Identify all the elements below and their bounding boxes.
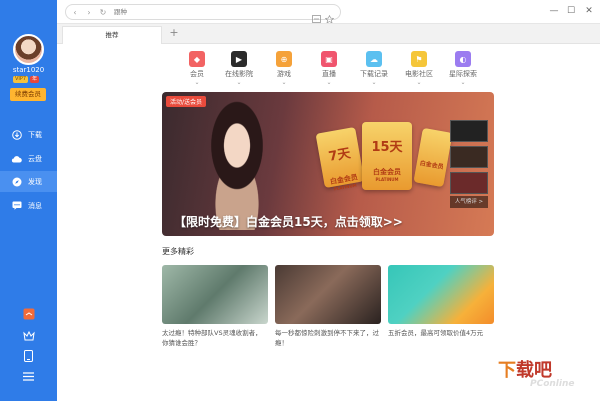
download-icon: [11, 129, 22, 140]
category-label: 下载记录: [360, 70, 388, 78]
forward-icon[interactable]: ›: [84, 7, 94, 17]
category-star-explore[interactable]: ◐ 星际探索 ⌄: [441, 51, 485, 87]
category-movie-community[interactable]: ⚑ 电影社区 ⌄: [397, 51, 441, 87]
crown-icon[interactable]: [22, 329, 35, 342]
category-games[interactable]: ⊕ 游戏 ⌄: [262, 51, 306, 87]
watermark-char: 载: [516, 360, 534, 381]
username[interactable]: star1020: [0, 66, 57, 74]
coupon-label: 白金会员: [419, 159, 445, 171]
watermark-char: 下: [498, 360, 516, 381]
coupon-card-15days: 15天 白金会员 PLATINUM: [362, 122, 412, 190]
category-bar: ◆ 会员 ⌄ ▶ 在线影院 ⌄ ⊕ 游戏 ⌄ ▣ 直播 ⌄ ☁ 下载记录 ⌄ ⚑…: [175, 51, 495, 91]
promo-banner[interactable]: 活动/送会员 7天 白金会员 PLATINUM 15天 白金会员 PLATINU…: [162, 92, 494, 236]
sidebar-item-label: 发现: [28, 177, 42, 186]
renew-button[interactable]: 续费会员: [10, 88, 46, 101]
address-bar-area: ‹ › ↻ — ☐ ✕: [57, 0, 600, 24]
tab-bar: 推荐 +: [57, 24, 600, 44]
video-thumbnail[interactable]: [388, 265, 494, 324]
watermark-subtitle: PConline: [530, 379, 575, 389]
banner-thumbnail[interactable]: [450, 146, 488, 168]
user-badges: VIP7 年: [13, 76, 40, 83]
banner-thumbnail[interactable]: [450, 172, 488, 194]
sidebar-item-label: 云盘: [28, 154, 42, 163]
video-title[interactable]: 太过瘾！特种部队VS灵魂收割者，你猜谁会胜？: [162, 328, 268, 348]
cloud-icon: [11, 153, 22, 164]
video-card[interactable]: 太过瘾！特种部队VS灵魂收割者，你猜谁会胜？: [162, 265, 268, 348]
chevron-down-icon: ⌄: [281, 79, 287, 86]
coupon-card-3: 白金会员: [413, 127, 453, 188]
category-label: 在线影院: [225, 70, 253, 78]
new-tab-button[interactable]: +: [167, 26, 181, 40]
back-icon[interactable]: ‹: [70, 7, 80, 17]
coupon-label: 白金会员: [373, 168, 401, 176]
tab-recommend[interactable]: 推荐: [62, 26, 162, 44]
video-card[interactable]: 五折会员，最高可领取价值4万元: [388, 265, 494, 338]
watermark-char: 吧: [534, 360, 552, 381]
coupon-value: 15天: [371, 140, 403, 155]
coupon-value: 7天: [327, 146, 352, 165]
sidebar-item-label: 下载: [28, 130, 42, 139]
sidebar-item-cloud[interactable]: 云盘: [0, 148, 57, 169]
film-icon: ▶: [231, 51, 247, 67]
refresh-icon[interactable]: ↻: [98, 7, 108, 17]
category-label: 直播: [322, 70, 336, 78]
sidebar-item-download[interactable]: 下载: [0, 124, 57, 145]
video-card[interactable]: 每一秒都惊险刺激到停不下来了，过瘾！: [275, 265, 381, 348]
vip-badge[interactable]: VIP7: [13, 76, 29, 83]
sidebar: star1020 VIP7 年 续费会员 下载 云盘 发现 消息: [0, 0, 57, 401]
url-input[interactable]: [114, 8, 274, 16]
category-download-history[interactable]: ☁ 下载记录 ⌄: [352, 51, 396, 87]
video-title[interactable]: 每一秒都惊险刺激到停不下来了，过瘾！: [275, 328, 381, 348]
sidebar-item-discover[interactable]: 发现: [0, 171, 57, 192]
video-thumbnail[interactable]: [275, 265, 381, 324]
section-title: 更多精彩: [162, 247, 194, 256]
coupon-sublabel: PLATINUM: [375, 177, 399, 182]
category-label: 星际探索: [449, 70, 477, 78]
minimize-icon[interactable]: —: [548, 5, 560, 17]
tv-icon: ▣: [321, 51, 337, 67]
planet-icon: ◐: [455, 51, 471, 67]
compass-icon: [11, 176, 22, 187]
chevron-down-icon: ⌄: [194, 79, 200, 86]
coupon-card-7days: 7天 白金会员 PLATINUM: [315, 126, 365, 192]
annual-badge: 年: [30, 76, 40, 83]
maximize-icon[interactable]: ☐: [565, 5, 577, 17]
cloud-download-icon: ☁: [366, 51, 382, 67]
phone-icon[interactable]: [22, 349, 35, 362]
chevron-down-icon: ⌄: [236, 79, 242, 86]
close-icon[interactable]: ✕: [583, 5, 595, 17]
chevron-down-icon: ⌄: [326, 79, 332, 86]
flag-icon: ⚑: [411, 51, 427, 67]
category-label: 电影社区: [405, 70, 433, 78]
video-title[interactable]: 五折会员，最高可领取价值4万元: [388, 328, 494, 338]
sidebar-item-label: 消息: [28, 201, 42, 210]
category-vip[interactable]: ◆ 会员 ⌄: [175, 51, 219, 87]
category-online-cinema[interactable]: ▶ 在线影院 ⌄: [217, 51, 261, 87]
gift-icon[interactable]: [22, 307, 35, 320]
banner-thumbnail[interactable]: [450, 120, 488, 142]
avatar[interactable]: [13, 34, 44, 65]
banner-character-image: [187, 100, 287, 230]
category-live[interactable]: ▣ 直播 ⌄: [307, 51, 351, 87]
app-window: star1020 VIP7 年 续费会员 下载 云盘 发现 消息 ‹ › ↻ 跟…: [0, 0, 600, 401]
sidebar-item-messages[interactable]: 消息: [0, 195, 57, 216]
chevron-down-icon: ⌄: [371, 79, 377, 86]
gamepad-icon: ⊕: [276, 51, 292, 67]
popular-ranking-link[interactable]: 人气榜评 >: [450, 196, 488, 208]
menu-icon[interactable]: [22, 370, 35, 383]
video-thumbnail[interactable]: [162, 265, 268, 324]
banner-headline[interactable]: 【限时免费】白金会员15天，点击领取>>: [174, 213, 403, 230]
category-label: 会员: [190, 70, 204, 78]
chevron-down-icon: ⌄: [460, 79, 466, 86]
address-bar[interactable]: ‹ › ↻: [65, 4, 341, 24]
diamond-icon: ◆: [189, 51, 205, 67]
chevron-down-icon: ⌄: [416, 79, 422, 86]
category-label: 游戏: [277, 70, 291, 78]
chat-icon: [11, 200, 22, 211]
